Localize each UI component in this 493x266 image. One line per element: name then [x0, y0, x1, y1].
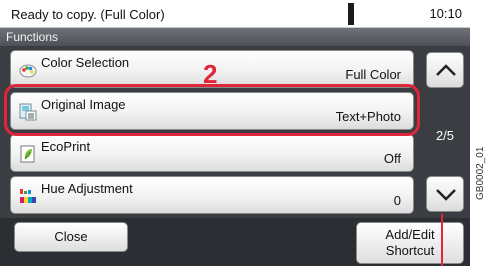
item-value: Full Color: [345, 67, 401, 82]
scroll-up-button[interactable]: [426, 52, 464, 88]
functions-title: Functions: [0, 28, 470, 46]
close-button[interactable]: Close: [14, 222, 128, 252]
item-label: Color Selection: [41, 55, 130, 70]
chevron-up-icon: [436, 64, 456, 76]
scroll-down-button[interactable]: [426, 176, 464, 212]
item-value: Off: [383, 151, 401, 166]
callout-number: 2: [203, 59, 218, 89]
item-value: 0: [393, 193, 401, 208]
add-edit-shortcut-button[interactable]: Add/Edit Shortcut: [356, 222, 464, 264]
status-divider: [348, 3, 354, 25]
status-bar: Ready to copy. (Full Color) 10:10: [0, 0, 470, 28]
figure-code: GB0002_01: [475, 146, 486, 200]
list-item-ecoprint[interactable]: EcoPrint Off: [10, 134, 414, 172]
color-selection-icon: [19, 61, 37, 79]
status-time: 10:10: [429, 6, 462, 21]
chevron-down-icon: [436, 189, 456, 201]
copy-functions-panel: Ready to copy. (Full Color) 10:10 Functi…: [0, 0, 470, 266]
item-label: Hue Adjustment: [41, 181, 133, 196]
highlight-frame: [4, 84, 420, 136]
shortcut-label: Shortcut: [385, 243, 435, 258]
page-indicator: 2/5: [435, 128, 455, 143]
hue-adjustment-icon: [19, 187, 37, 205]
bottom-bar: Close Add/Edit Shortcut: [0, 218, 470, 266]
ecoprint-icon: [19, 145, 37, 163]
function-list: Color Selection Full Color Original Imag…: [0, 46, 470, 218]
list-item-hue-adjustment[interactable]: Hue Adjustment 0: [10, 176, 414, 214]
status-message: Ready to copy. (Full Color): [8, 5, 346, 24]
pointer-line: [441, 214, 443, 266]
add-edit-label: Add/Edit: [385, 227, 435, 242]
item-label: EcoPrint: [41, 139, 91, 154]
